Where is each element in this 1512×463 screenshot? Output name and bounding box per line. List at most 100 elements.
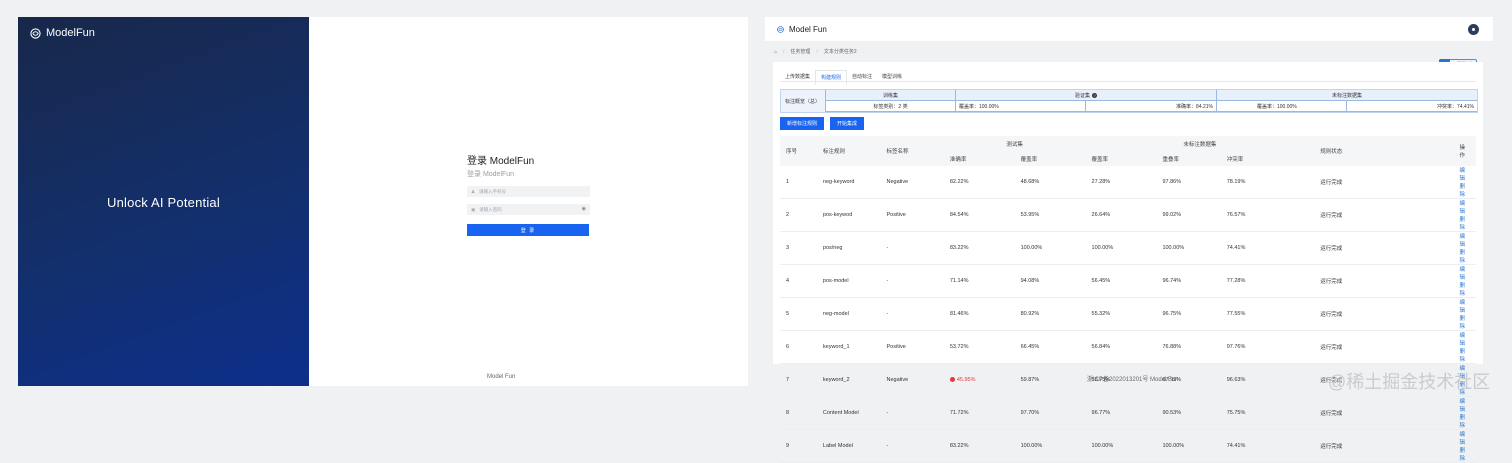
tab-auto-label[interactable]: 自动标注 (847, 70, 877, 85)
modelfun-logo-icon (777, 25, 784, 33)
unlabeled-overlap: 96.74% (1156, 264, 1221, 298)
breadcrumb-task-management[interactable]: 任务管理 (790, 48, 810, 55)
hero-brand: ModelFun (46, 27, 95, 39)
delete-link[interactable]: 删除 (1459, 217, 1465, 231)
summary-unlabeled-coverage: 覆盖率：100.00% (1216, 101, 1346, 112)
test-accuracy: 81.46% (943, 297, 1015, 331)
row-index: 5 (780, 297, 817, 331)
rule-name: Label Model (816, 429, 881, 463)
hero-logo: ModelFun (30, 27, 95, 39)
summary-label: 标注概览（总） (785, 99, 821, 105)
unlabeled-coverage: 26.64% (1085, 198, 1157, 232)
delete-link[interactable]: 删除 (1459, 349, 1465, 363)
header-rule: 标注规则 (816, 136, 881, 166)
tab-upload-dataset[interactable]: 上传数据集 (780, 70, 815, 85)
error-icon (949, 377, 955, 383)
login-title: 登录 ModelFun (467, 156, 535, 167)
unlabeled-overlap: 100.00% (1156, 429, 1221, 463)
password-input[interactable]: ▣ 请输入密码 ◉ (467, 204, 590, 215)
test-coverage: 66.45% (1014, 330, 1086, 364)
summary-val-coverage: 覆盖率：100.00% (955, 101, 1085, 112)
edit-link[interactable]: 编辑 (1459, 234, 1465, 248)
test-accuracy: 71.14% (943, 264, 1015, 298)
row-ops: 编辑删除 (1453, 297, 1476, 331)
edit-link[interactable]: 编辑 (1459, 333, 1465, 347)
modelfun-logo-icon (30, 27, 41, 39)
row-index: 1 (780, 166, 817, 199)
summary-val-accuracy: 准确率：84.21% (1085, 101, 1216, 112)
watermark: @稀土掘金技术社区 (1328, 372, 1491, 392)
app-brand[interactable]: Model Fun (777, 25, 827, 34)
test-accuracy: 53.72% (943, 330, 1015, 364)
label-name: Negative (880, 363, 944, 397)
rules-table-body: 1 neg-keyword Negative 82.22% 48.68% 27.28% 97… (780, 166, 1476, 463)
row-ops: 编辑删除 (1453, 330, 1476, 364)
test-accuracy: 83.22% (943, 429, 1015, 463)
breadcrumb-separator: / (816, 48, 818, 55)
rule-name: keyword_1 (816, 330, 881, 364)
phone-placeholder: 请输入手机号 (479, 188, 507, 194)
delete-link[interactable]: 删除 (1459, 283, 1465, 297)
row-index: 9 (780, 429, 817, 463)
breadcrumb-separator: / (783, 48, 785, 55)
header-label: 标签名称 (880, 136, 944, 166)
lock-icon: ▣ (471, 206, 476, 212)
rules-table: 序号 标注规则 标签名称 测试集 未标注数据集 规则状态 操作 准确率 覆盖率 … (780, 136, 1476, 463)
rule-name: keyword_2 (816, 363, 881, 397)
table-row: 1 neg-keyword Negative 82.22% 48.68% 27.28% 97… (780, 166, 1476, 199)
test-accuracy: 71.72% (943, 396, 1015, 430)
login-button[interactable]: 登 录 (467, 224, 589, 236)
test-coverage: 48.68% (1014, 166, 1086, 199)
row-ops: 编辑删除 (1453, 198, 1476, 232)
app-footer: 浙ICP备2022013201号 Model Fun (1087, 377, 1179, 383)
edit-link[interactable]: 编辑 (1459, 399, 1465, 413)
edit-link[interactable]: 编辑 (1459, 300, 1465, 314)
label-summary: 标注概览（总） 训练集 验证集 ? 未标注数据集 标签类别：2 类 覆盖率：10… (780, 89, 1478, 113)
hero-panel: ModelFun Unlock AI Potential (18, 17, 309, 386)
delete-link[interactable]: 删除 (1459, 250, 1465, 264)
edit-link[interactable]: 编辑 (1459, 168, 1465, 182)
delete-link[interactable]: 删除 (1459, 184, 1465, 198)
rule-status: 运行完成 (1314, 396, 1454, 430)
summary-unlabeled-conflict: 冲突率：74.41% (1346, 101, 1477, 112)
hero-tagline: Unlock AI Potential (107, 195, 220, 210)
rule-name: Content Model (816, 396, 881, 430)
rule-name: pos-keywod (816, 198, 881, 232)
start-integration-button[interactable]: 开始集成 (830, 117, 865, 130)
edit-link[interactable]: 编辑 (1459, 267, 1465, 281)
eye-icon[interactable]: ◉ (582, 206, 586, 212)
phone-input[interactable]: ♟ 请输入手机号 (467, 186, 590, 197)
action-buttons: 新增标注规则 开始集成 (780, 117, 865, 130)
rule-name: pos/neg (816, 231, 881, 265)
password-placeholder: 请输入密码 (479, 206, 502, 212)
avatar[interactable] (1468, 24, 1479, 35)
unlabeled-overlap: 97.86% (1156, 166, 1221, 199)
row-index: 2 (780, 198, 817, 232)
table-row: 6 keyword_1 Positive 53.72% 66.45% 56.84% 76.8… (780, 330, 1476, 364)
rule-name: pos-model (816, 264, 881, 298)
unlabeled-overlap: 100.00% (1156, 231, 1221, 265)
unlabeled-coverage: 96.77% (1085, 396, 1157, 430)
edit-link[interactable]: 编辑 (1459, 432, 1465, 446)
row-index: 7 (780, 363, 817, 397)
delete-link[interactable]: 删除 (1459, 448, 1465, 462)
login-screen: ModelFun Unlock AI Potential 登录 ModelFun… (18, 17, 748, 386)
unlabeled-conflict: 74.41% (1220, 429, 1315, 463)
rule-status: 运行完成 (1314, 198, 1454, 232)
rule-name: neg-model (816, 297, 881, 331)
summary-grid: 训练集 验证集 ? 未标注数据集 标签类别：2 类 覆盖率：100.00% 准确… (825, 90, 1477, 112)
unlabeled-coverage: 100.00% (1085, 429, 1157, 463)
table-row: 5 neg-model -81.46% 80.92% 55.32% 96.75% 77.55… (780, 297, 1476, 331)
help-icon[interactable]: ? (1092, 92, 1097, 98)
new-rule-button[interactable]: 新增标注规则 (780, 117, 825, 130)
label-name: - (880, 396, 944, 430)
tab-build-rules[interactable]: 构建规则 (815, 70, 848, 85)
header-index: 序号 (780, 136, 817, 166)
rule-status: 运行完成 (1314, 297, 1454, 331)
unlabeled-conflict: 76.57% (1220, 198, 1315, 232)
tab-model-training[interactable]: 模型训练 (877, 70, 907, 85)
home-icon[interactable]: ⌂ (774, 49, 777, 55)
delete-link[interactable]: 删除 (1459, 415, 1465, 429)
delete-link[interactable]: 删除 (1459, 316, 1465, 330)
edit-link[interactable]: 编辑 (1459, 201, 1465, 215)
